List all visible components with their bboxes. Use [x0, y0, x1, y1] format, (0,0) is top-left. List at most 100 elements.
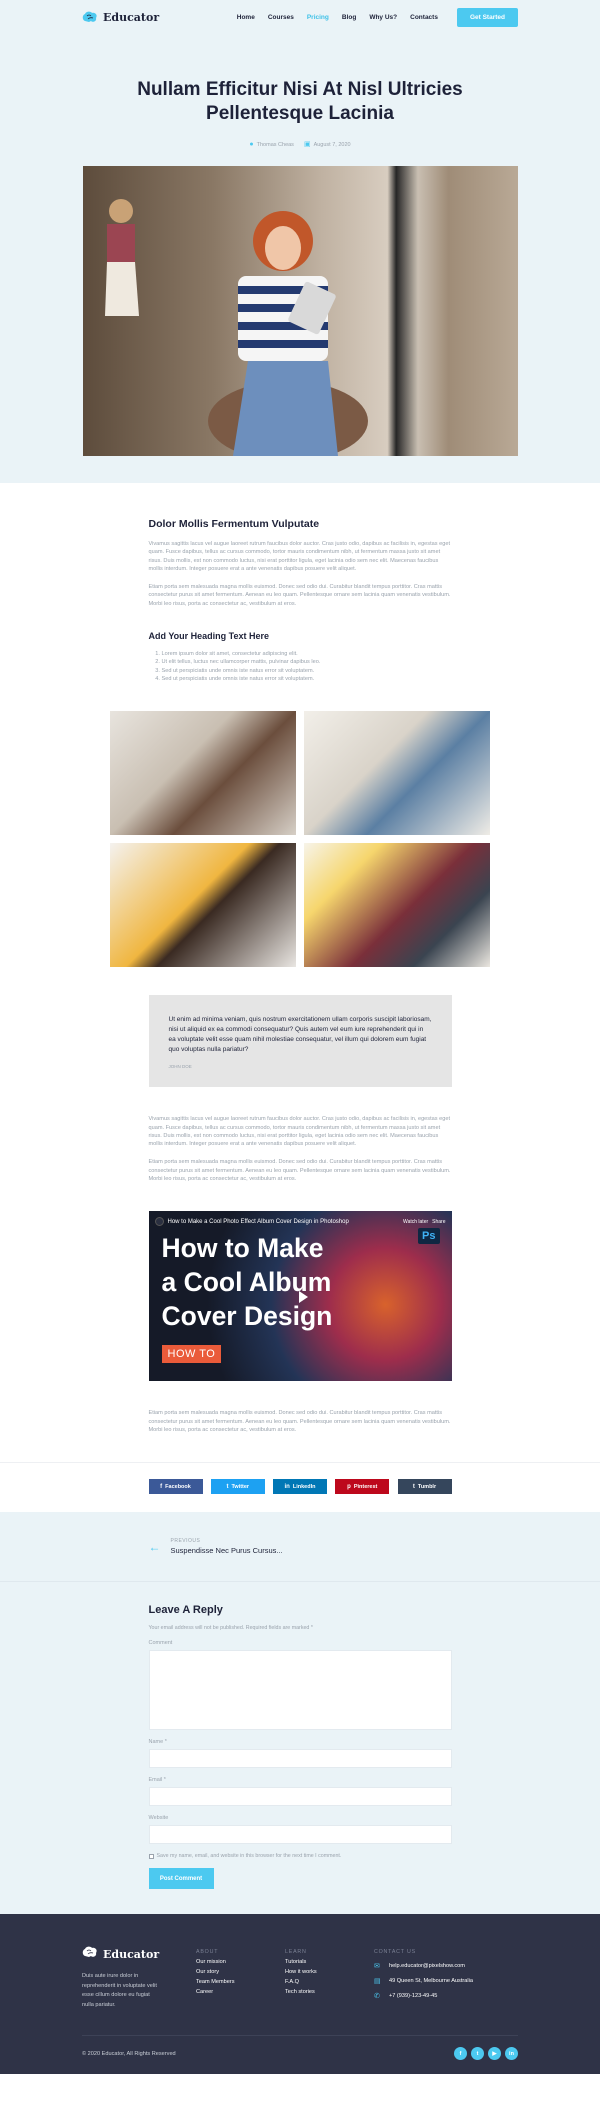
channel-avatar[interactable]	[154, 1217, 164, 1227]
video-title[interactable]: How to Make a Cool Photo Effect Album Co…	[168, 1219, 400, 1225]
list-item: Sed ut perspiciatis unde omnis iste natu…	[162, 667, 452, 675]
linkedin-icon: in	[284, 1483, 290, 1490]
tumblr-icon: t	[412, 1483, 415, 1490]
website-label: Website	[148, 1815, 169, 1822]
subheading: Add Your Heading Text Here	[148, 631, 270, 642]
divider	[0, 1462, 600, 1464]
email-field[interactable]	[148, 1787, 452, 1807]
main-menu: Home Courses Pricing Blog Why Us? Contac…	[237, 7, 518, 27]
comments-section: ← PREVIOUS Suspendisse Nec Purus Cursus.…	[0, 1512, 600, 1915]
footer-link[interactable]: Tech stories	[285, 1989, 374, 1995]
save-info-checkbox[interactable]	[148, 1853, 154, 1859]
twitter-icon: t	[226, 1483, 229, 1490]
footer-link[interactable]: F.A.Q	[285, 1979, 374, 1985]
footer-link[interactable]: Our story	[196, 1969, 285, 1975]
save-info-checkbox-row: Save my name, email, and website in this…	[148, 1853, 452, 1860]
footer-link[interactable]: Tutorials	[285, 1959, 374, 1965]
brain-icon	[82, 1945, 98, 1963]
footer: Educator Duis aute irure dolor in repreh…	[0, 1914, 600, 2075]
nav-contacts[interactable]: Contacts	[410, 14, 438, 21]
footer-about-text: Duis aute irure dolor in reprehenderit i…	[82, 1973, 157, 2008]
previous-title: Suspendisse Nec Purus Cursus...	[170, 1546, 283, 1556]
phone-icon: ✆	[374, 1993, 380, 2001]
how-to-badge: HOW TO	[161, 1345, 222, 1364]
facebook-icon[interactable]: f	[454, 2047, 467, 2061]
thumb-line-3: Cover Design	[161, 1301, 333, 1332]
footer-about-links: ABOUT Our mission Our story Team Members…	[196, 1945, 285, 2010]
paragraph: Etiam porta sem malesuada magna mollis e…	[148, 1410, 451, 1433]
youtube-icon[interactable]: ▶	[488, 2047, 501, 2061]
post-author[interactable]: ● Thomas Cheas	[249, 141, 294, 148]
share-tumblr-button[interactable]: t Tumblr	[397, 1479, 452, 1495]
footer-logo-text: Educator	[103, 1947, 160, 1961]
share-facebook-button[interactable]: f Facebook	[148, 1479, 203, 1495]
footer-link[interactable]: Our mission	[196, 1959, 285, 1965]
share-twitter-button[interactable]: t Twitter	[210, 1479, 265, 1495]
copyright: © 2020 Educator, All Rights Reserved	[82, 2050, 176, 2057]
gallery-image-woman-tablet[interactable]	[304, 711, 490, 836]
name-field[interactable]	[148, 1749, 452, 1769]
share-linkedin-button[interactable]: in LinkedIn	[273, 1479, 327, 1495]
nav-pricing[interactable]: Pricing	[307, 14, 329, 21]
share-label: Tumblr	[417, 1483, 437, 1490]
logo[interactable]: Educator	[82, 11, 159, 24]
hero-photo-illustration	[82, 166, 518, 456]
share-pinterest-button[interactable]: p Pinterest	[335, 1479, 390, 1495]
previous-post-link[interactable]: ← PREVIOUS Suspendisse Nec Purus Cursus.…	[149, 1538, 452, 1555]
gallery-image-woman-studying[interactable]	[110, 843, 296, 968]
share-label: Pinterest	[353, 1483, 378, 1490]
footer-bottom: © 2020 Educator, All Rights Reserved f t…	[82, 2035, 518, 2061]
footer-address: ▤ 49 Queen St, Melbourne Australia	[374, 1977, 494, 1985]
footer-link[interactable]: Career	[196, 1989, 285, 1995]
get-started-button[interactable]: Get Started	[456, 7, 518, 27]
footer-link[interactable]: How it works	[285, 1969, 374, 1975]
social-icons: f t ▶ in	[454, 2047, 518, 2061]
pinterest-icon: p	[347, 1483, 351, 1490]
watch-later-button[interactable]: Watch later	[403, 1219, 428, 1225]
page-header: Educator Home Courses Pricing Blog Why U…	[0, 0, 600, 483]
map-icon: ▤	[374, 1978, 381, 1986]
article-body: Dolor Mollis Fermentum Vulputate Vivamus…	[149, 518, 452, 683]
twitter-icon[interactable]: t	[471, 2047, 484, 2061]
footer-contact: CONTACT US ✉ help.educator@pixelshow.com …	[374, 1945, 494, 2010]
play-icon[interactable]	[298, 1291, 308, 1304]
footer-phone[interactable]: ✆ +7 (939)-123-49-45	[374, 1992, 494, 2000]
name-label: Name *	[148, 1739, 167, 1746]
website-field[interactable]	[148, 1825, 452, 1845]
share-video-button[interactable]: Share	[432, 1219, 445, 1225]
hero-image	[82, 166, 518, 456]
thumb-line-1: How to Make	[161, 1233, 324, 1264]
nav-blog[interactable]: Blog	[342, 14, 356, 21]
blockquote: Ut enim ad minima veniam, quis nostrum e…	[148, 995, 452, 1088]
save-info-label: Save my name, email, and website in this…	[156, 1853, 342, 1860]
video-thumbnail-text: How to Make a Cool Album Cover Design	[162, 1231, 333, 1333]
nav-why-us[interactable]: Why Us?	[369, 14, 397, 21]
gallery-image-women-laptop[interactable]	[110, 711, 296, 836]
arrow-left-icon: ←	[148, 1539, 161, 1554]
post-title: Nullam Efficitur Nisi At Nisl Ultricies …	[137, 79, 463, 124]
footer-link[interactable]: Team Members	[196, 1979, 285, 1985]
comment-label: Comment	[148, 1640, 173, 1647]
reply-title: Leave A Reply	[148, 1604, 223, 1617]
gallery-image-man-computer[interactable]	[304, 843, 490, 968]
logo-text: Educator	[103, 10, 160, 24]
footer-heading: ABOUT	[196, 1949, 219, 1956]
section-heading: Dolor Mollis Fermentum Vulputate	[148, 518, 320, 530]
comment-textarea[interactable]	[148, 1650, 452, 1731]
post-date: ▣ August 7, 2020	[304, 140, 351, 148]
paragraph: Etiam porta sem malesuada magna mollis e…	[148, 1159, 451, 1183]
mail-icon: ✉	[374, 1963, 380, 1971]
paragraph: Etiam porta sem malesuada magna mollis e…	[148, 584, 451, 607]
footer-email[interactable]: ✉ help.educator@pixelshow.com	[374, 1962, 494, 1970]
nav-home[interactable]: Home	[237, 14, 255, 21]
footer-logo[interactable]: Educator	[82, 1945, 196, 1963]
footer-heading: CONTACT US	[374, 1949, 416, 1956]
ordered-list: Lorem ipsum dolor sit amet, consectetur …	[149, 650, 452, 683]
nav-courses[interactable]: Courses	[268, 14, 294, 21]
video-embed[interactable]: How to Make a Cool Photo Effect Album Co…	[148, 1211, 452, 1382]
linkedin-icon[interactable]: in	[505, 2047, 518, 2061]
paragraph: Vivamus sagittis lacus vel augue laoreet…	[148, 541, 451, 572]
post-comment-button[interactable]: Post Comment	[148, 1868, 214, 1890]
paragraph: Vivamus sagittis lacus vel augue laoreet…	[148, 1116, 451, 1148]
footer-heading: LEARN	[285, 1949, 307, 1956]
